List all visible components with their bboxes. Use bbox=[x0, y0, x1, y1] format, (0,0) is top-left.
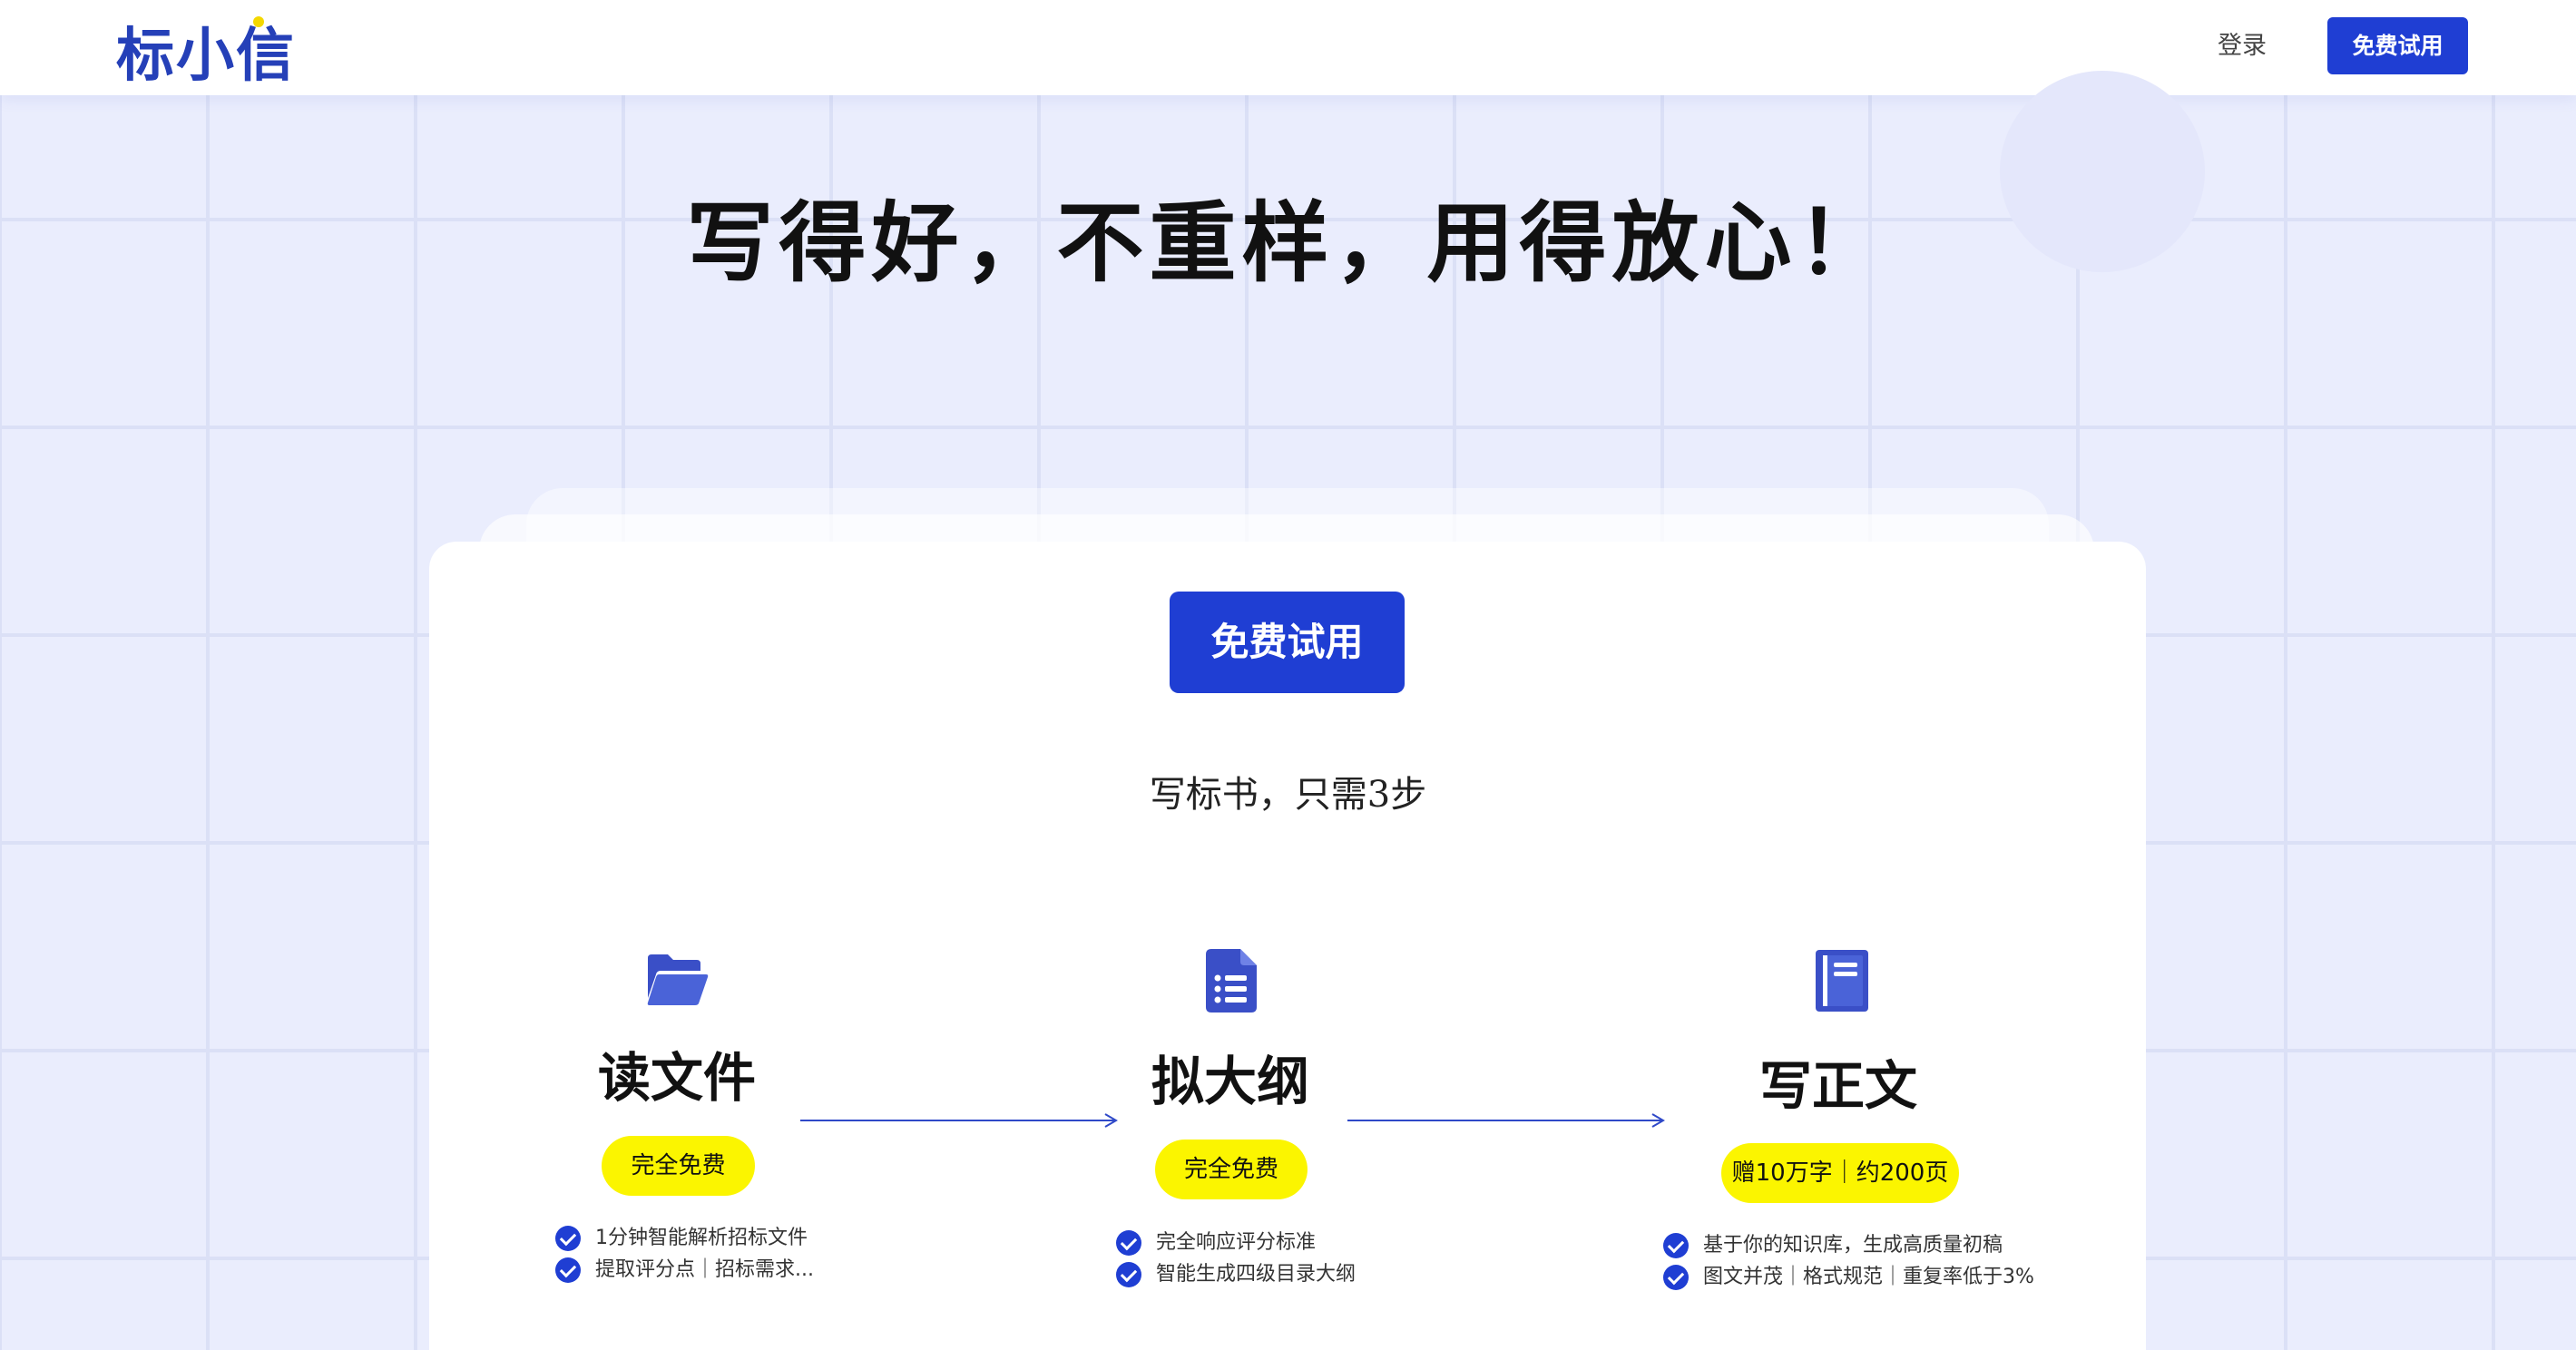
feature-text: 智能生成四级目录大纲 bbox=[1156, 1263, 1357, 1286]
check-icon bbox=[1116, 1230, 1141, 1256]
feature-text: 图文并茂｜格式规范｜重复率低于3% bbox=[1703, 1266, 2034, 1288]
step-1-title: 读文件 bbox=[597, 1047, 756, 1109]
step-arrow-1 bbox=[800, 1113, 1118, 1128]
check-icon bbox=[555, 1226, 581, 1251]
feature-text: 提取评分点｜招标需求... bbox=[595, 1258, 814, 1281]
folder-open-icon bbox=[647, 954, 709, 1005]
header-free-trial-button[interactable]: 免费试用 bbox=[2327, 17, 2468, 74]
check-icon bbox=[1116, 1262, 1141, 1287]
logo-accent-dot bbox=[253, 16, 264, 27]
step-1-feature-2: 提取评分点｜招标需求... bbox=[555, 1257, 814, 1284]
check-icon bbox=[1663, 1265, 1689, 1290]
top-navbar: 标小信 登录 免费试用 bbox=[0, 0, 2576, 95]
step-2-feature-1: 完全响应评分标准 bbox=[1116, 1229, 1316, 1257]
hero-headline: 写得好，不重样，用得放心！ bbox=[686, 191, 1890, 294]
brand-logo[interactable]: 标小信 bbox=[116, 9, 296, 93]
file-list-icon bbox=[1206, 949, 1257, 1012]
step-1-feature-1: 1分钟智能解析招标文件 bbox=[555, 1225, 808, 1252]
feature-text: 完全响应评分标准 bbox=[1156, 1231, 1317, 1254]
step-2-title: 拟大纲 bbox=[1151, 1051, 1309, 1112]
check-icon bbox=[555, 1257, 581, 1283]
step-arrow-2 bbox=[1347, 1113, 1665, 1128]
feature-text: 1分钟智能解析招标文件 bbox=[595, 1227, 808, 1249]
step-3-feature-2: 图文并茂｜格式规范｜重复率低于3% bbox=[1663, 1264, 2034, 1291]
step-1-badge: 完全免费 bbox=[602, 1136, 755, 1196]
hero-free-trial-button[interactable]: 免费试用 bbox=[1170, 592, 1405, 693]
steps-subtitle: 写标书，只需3步 bbox=[1149, 774, 1427, 816]
login-link[interactable]: 登录 bbox=[2218, 29, 2267, 64]
step-2-badge: 完全免费 bbox=[1155, 1140, 1308, 1199]
feature-text: 基于你的知识库，生成高质量初稿 bbox=[1703, 1234, 2003, 1257]
book-icon bbox=[1816, 950, 1868, 1012]
step-3-feature-1: 基于你的知识库，生成高质量初稿 bbox=[1663, 1232, 2003, 1259]
step-2-feature-2: 智能生成四级目录大纲 bbox=[1116, 1261, 1356, 1288]
step-3-title: 写正文 bbox=[1758, 1055, 1917, 1117]
check-icon bbox=[1663, 1233, 1689, 1258]
step-3-badge: 赠10万字｜约200页 bbox=[1721, 1143, 1959, 1203]
